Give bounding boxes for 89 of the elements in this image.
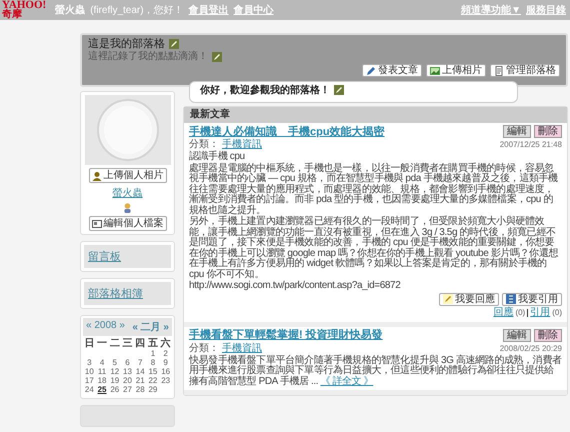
person-icon [92,170,102,180]
calendar-day[interactable]: 26 [108,385,122,394]
calendar-day[interactable]: 22 [146,376,160,385]
weekday-label: 一 [96,338,108,349]
greeting-text: (firefly_tear)，您好！ [90,4,184,17]
document-icon [494,66,504,76]
edit-profile-button[interactable]: 編輯個人檔案 [88,216,166,231]
weekday-label: 日 [83,338,96,349]
calendar-day[interactable]: 9 [159,358,172,367]
blog-subtitle: 這裡記錄了我的點點滴滴！ [88,51,208,63]
header-button[interactable]: 管理部落格 [490,64,560,77]
pencil-icon [366,66,376,76]
welcome-text: 你好，歡迎參觀我的部落格！ [200,85,330,96]
sidebar-link[interactable]: 部落格相簿 [84,282,171,305]
calendar-day[interactable]: 3 [83,358,96,367]
calendar-day[interactable]: 5 [108,358,122,367]
weekday-label: 六 [159,338,172,349]
panel-title: 最新文章 [184,107,567,123]
calendar-day[interactable]: 4 [96,358,108,367]
delete-button[interactable]: 刪除 [534,125,562,138]
weekday-label: 五 [146,338,159,349]
year-selector[interactable]: « 2008 » [86,320,125,334]
category-label: 分類： [189,139,219,150]
calendar-day[interactable]: 8 [146,358,160,367]
upload-photo-button[interactable]: 上傳個人相片 [88,168,166,183]
calendar-day[interactable]: 23 [159,376,172,385]
weekday-label: 四 [134,338,146,349]
calendar-day[interactable]: 1 [146,349,160,358]
calendar-day[interactable]: 13 [121,367,134,376]
calendar-day[interactable]: 21 [134,376,147,385]
calendar-day[interactable]: 27 [121,385,134,394]
calendar-day[interactable]: 10 [83,367,96,376]
calendar-day[interactable]: 12 [108,367,122,376]
page-icon [506,294,516,304]
sidebar-link[interactable]: 留言板 [84,245,171,268]
month-selector[interactable]: « 二月 » [132,320,169,334]
header-button[interactable]: 上傳相片 [426,64,486,77]
post-paragraph: 認識手機 cpu [189,152,246,162]
photo-icon [430,66,440,76]
edit-icon [169,39,179,49]
calendar-day[interactable]: 24 [83,385,96,394]
calendar-day[interactable]: 15 [146,367,160,376]
quote-button[interactable]: 我要引用 [502,292,562,306]
calendar-day[interactable]: 2 [159,349,172,358]
calendar-day[interactable]: 7 [134,358,147,367]
edit-button[interactable]: 編輯 [503,125,531,138]
post-title-link[interactable]: 手機達人必備知識 手機cpu效能大揭密 [189,126,500,138]
category-link[interactable]: 手機資訊 [222,139,262,151]
calendar-day[interactable]: 17 [83,376,96,385]
calendar-day[interactable]: 20 [121,376,134,385]
edit-icon [212,52,222,62]
edit-button[interactable]: 編輯 [503,328,531,342]
quotes-link[interactable]: 引用 [530,306,550,318]
user-name: 螢火蟲 [55,4,86,17]
post-title-link[interactable]: 手機看盤下單輕鬆掌握! 投資理財快易發 [189,329,500,341]
header-button[interactable]: 發表文章 [362,64,422,77]
logo-subtext: 奇摩 [2,10,22,19]
calendar-day[interactable]: 25 [96,385,108,394]
read-more-link[interactable]: 《 詳全文 》 [320,376,374,386]
calendar-day[interactable]: 16 [159,367,172,376]
weekday-label: 二 [108,338,121,349]
edit-icon [334,85,344,95]
category-link[interactable]: 手機資訊 [222,342,262,354]
id-card-icon [92,218,102,228]
post-paragraph: http://www.sogi.com.tw/park/content.asp?a_id=6872 [189,281,402,292]
delete-button[interactable]: 刪除 [534,328,562,342]
blog-title: 這是我的部落格 [88,38,165,50]
calendar-day[interactable]: 18 [96,376,108,385]
quote-count: (0) [552,306,562,318]
calendar-day[interactable]: 29 [146,385,160,394]
category-label: 分類： [189,342,219,354]
reply-button[interactable]: 我要回應 [439,292,499,306]
post-date: 2007/12/25 21:48 [500,139,562,151]
post-date: 2008/02/25 20:29 [500,342,562,354]
calendar-day[interactable]: 28 [134,385,147,394]
reply-count: (0) [515,306,526,318]
post-paragraph: 另外，手機上建置內建瀏覽器已經有很久的一段時間了，但受限於頻寬大小與硬體效能，讓手機上網瀏覽的功能一直沒有被重視，但在進入 3g / 3.5g 的時代後，頻寬已經不是問題了，接下來便是手機效能的改善，手機的 cpu 便是手機效能的重要關鍵，你想要在你的手機上可以瀏覽 google map 嗎？你想在你的手機上觀看 youtube 影片嗎？你還想在手機上有許多方便易用的 widget 軟體嗎？如果以上答案是肯定的，那有關於手機的 cpu 你不可不知。 [189,217,559,280]
post-excerpt: 快易發手機看盤下單平台簡介隨著手機規格的智慧化提升與 3G 高速網路的成熟，消費者用手機來進行股票查詢與下單等行為日益擴大，但這些便利的體驗行為卻往往只提供給擁有高階智慧型 PDA 手機居 ... 《 詳全文 》 [189,356,562,387]
calendar-day[interactable]: 19 [108,376,122,385]
logo-text[interactable]: YAHOO! [2,1,46,10]
user-figure-icon [123,203,132,213]
replies-link[interactable]: 回應 [493,306,514,318]
calendar-day[interactable]: 6 [121,358,134,367]
pencil-icon [443,294,453,304]
post-paragraph: 處理器是電腦的中樞系統，手機也是一樣，以往一般消費者在購買手機的時候，容易忽視手機當中的心臟 — cpu 規格，而在智慧型手機與 pda 手機越來越普及之後，這類手機往往需要處理大量的應用程式，而處理器的效能、規格，都會影響到手機的處理速度，漸漸受到消費者的討論。而非 pda 型的手機，也因需要處理大量的多媒體檔案，cpu 的規格也隨之提升。 [189,164,559,216]
calendar-day[interactable]: 11 [96,367,108,376]
profile-name-link[interactable]: 螢火蟲 [112,186,142,200]
weekday-label: 三 [121,338,134,349]
calendar-day[interactable]: 14 [134,367,147,376]
